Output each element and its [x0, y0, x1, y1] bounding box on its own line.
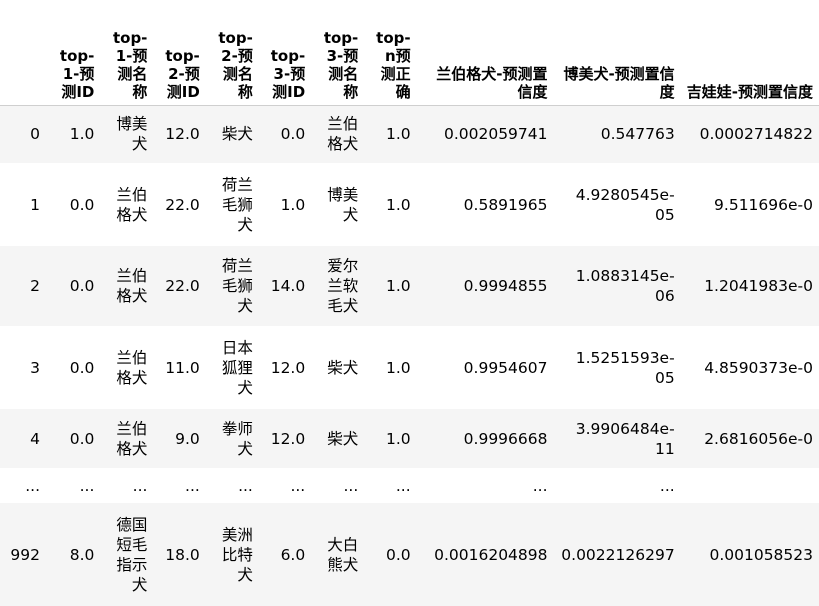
column-header: top-2-预测名称 — [205, 0, 259, 106]
table-cell: 0.0 — [364, 503, 417, 606]
table-cell: 0.0002714822 — [680, 105, 819, 163]
table-cell: ... — [364, 468, 417, 503]
table-cell: 兰伯格犬 — [100, 163, 154, 246]
table-cell: 0.0 — [48, 326, 101, 409]
table-cell: 兰伯格犬 — [100, 246, 154, 326]
table-cell: 1.0 — [48, 105, 101, 163]
table-cell: 1.0883145e-06 — [553, 246, 681, 326]
table-cell: 博美犬 — [100, 105, 154, 163]
table-cell: ... — [205, 468, 259, 503]
table-row: 2 0.0 兰伯格犬 22.0 荷兰毛狮犬 14.0 爱尔兰软毛犬 1.0 0.… — [0, 246, 819, 326]
table-cell: 1.2041983e-0 — [680, 246, 819, 326]
table-cell: ... — [553, 468, 681, 503]
column-header-index — [0, 0, 49, 106]
table-cell: ... — [153, 468, 206, 503]
table-cell: 1.0 — [364, 105, 417, 163]
table-cell: 兰伯格犬 — [100, 326, 154, 409]
table-cell: 12.0 — [258, 326, 312, 409]
table-cell: 0.9996668 — [416, 409, 554, 468]
table-cell: 柴犬 — [311, 409, 365, 468]
table-cell: 美洲比特犬 — [205, 503, 259, 606]
table-cell: 兰伯格犬 — [311, 105, 365, 163]
table-cell: 1.0 — [364, 246, 417, 326]
table-cell: 0.9994855 — [416, 246, 554, 326]
row-index: 0 — [0, 105, 49, 163]
table-cell: 柴犬 — [311, 326, 365, 409]
table-cell: 2.6816056e-0 — [680, 409, 819, 468]
column-header: 吉娃娃-预测置信度 — [680, 0, 819, 106]
table-cell: 0.9954607 — [416, 326, 554, 409]
table-cell: 德国短毛指示犬 — [100, 503, 154, 606]
table-cell: 0.002059741 — [416, 105, 554, 163]
row-index: 992 — [0, 503, 49, 606]
table-row: 4 0.0 兰伯格犬 9.0 拳师犬 12.0 柴犬 1.0 0.9996668… — [0, 409, 819, 468]
column-header: top-n预测正确 — [364, 0, 417, 106]
table-row-ellipsis: ... ... ... ... ... ... ... ... ... ... — [0, 468, 819, 503]
table-cell: 0.0 — [258, 105, 312, 163]
column-header: top-1-预测名称 — [100, 0, 154, 106]
table-cell: 12.0 — [258, 409, 312, 468]
table-cell: ... — [100, 468, 154, 503]
column-header: top-3-预测名称 — [311, 0, 365, 106]
dataframe-table: top-1-预测ID top-1-预测名称 top-2-预测ID top-2-预… — [0, 0, 819, 606]
table-cell: 1.0 — [364, 409, 417, 468]
column-header: top-2-预测ID — [153, 0, 206, 106]
table-cell: 4.8590373e-0 — [680, 326, 819, 409]
table-cell: 荷兰毛狮犬 — [205, 246, 259, 326]
table-row: 0 1.0 博美犬 12.0 柴犬 0.0 兰伯格犬 1.0 0.0020597… — [0, 105, 819, 163]
table-cell: 6.0 — [258, 503, 312, 606]
table-cell: 0.0 — [48, 246, 101, 326]
table-cell: 0.5891965 — [416, 163, 554, 246]
table-cell: 1.0 — [364, 163, 417, 246]
table-cell: 1.0 — [258, 163, 312, 246]
table-cell: 博美犬 — [311, 163, 365, 246]
column-header: top-3-预测ID — [258, 0, 312, 106]
table-cell: 9.511696e-0 — [680, 163, 819, 246]
table-cell: ... — [311, 468, 365, 503]
table-cell: 0.001058523 — [680, 503, 819, 606]
table-cell: ... — [416, 468, 554, 503]
table-cell: 22.0 — [153, 246, 206, 326]
row-index: 1 — [0, 163, 49, 246]
table-row: 1 0.0 兰伯格犬 22.0 荷兰毛狮犬 1.0 博美犬 1.0 0.5891… — [0, 163, 819, 246]
table-row: 3 0.0 兰伯格犬 11.0 日本狐狸犬 12.0 柴犬 1.0 0.9954… — [0, 326, 819, 409]
table-cell: 9.0 — [153, 409, 206, 468]
table-cell — [680, 468, 819, 503]
table-cell: 兰伯格犬 — [100, 409, 154, 468]
row-index: 3 — [0, 326, 49, 409]
table-cell: 0.0 — [48, 409, 101, 468]
table-cell: 1.5251593e-05 — [553, 326, 681, 409]
table-cell: 0.0022126297 — [553, 503, 681, 606]
table-header: top-1-预测ID top-1-预测名称 top-2-预测ID top-2-预… — [0, 0, 819, 106]
table-cell: 4.9280545e-05 — [553, 163, 681, 246]
table-cell: 爱尔兰软毛犬 — [311, 246, 365, 326]
row-index: ... — [0, 468, 49, 503]
table-cell: 12.0 — [153, 105, 206, 163]
column-header: 兰伯格犬-预测置信度 — [416, 0, 554, 106]
table-body: 0 1.0 博美犬 12.0 柴犬 0.0 兰伯格犬 1.0 0.0020597… — [0, 105, 819, 606]
row-index: 4 — [0, 409, 49, 468]
table-cell: 3.9906484e-11 — [553, 409, 681, 468]
table-cell: 1.0 — [364, 326, 417, 409]
table-cell: ... — [258, 468, 312, 503]
table-row: 992 8.0 德国短毛指示犬 18.0 美洲比特犬 6.0 大白熊犬 0.0 … — [0, 503, 819, 606]
row-index: 2 — [0, 246, 49, 326]
table-cell: 柴犬 — [205, 105, 259, 163]
table-cell: ... — [48, 468, 101, 503]
table-cell: 11.0 — [153, 326, 206, 409]
table-cell: 18.0 — [153, 503, 206, 606]
column-header: 博美犬-预测置信度 — [553, 0, 681, 106]
table-cell: 大白熊犬 — [311, 503, 365, 606]
table-cell: 0.0 — [48, 163, 101, 246]
table-cell: 8.0 — [48, 503, 101, 606]
column-header: top-1-预测ID — [48, 0, 101, 106]
table-cell: 0.0016204898 — [416, 503, 554, 606]
table-cell: 14.0 — [258, 246, 312, 326]
table-cell: 荷兰毛狮犬 — [205, 163, 259, 246]
table-cell: 22.0 — [153, 163, 206, 246]
table-cell: 0.547763 — [553, 105, 681, 163]
table-cell: 日本狐狸犬 — [205, 326, 259, 409]
table-cell: 拳师犬 — [205, 409, 259, 468]
